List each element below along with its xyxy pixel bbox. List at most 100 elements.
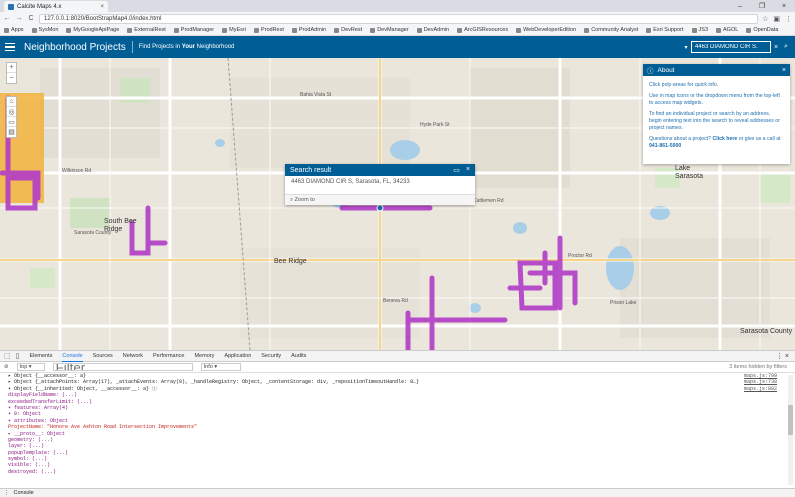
app-header: Neighborhood Projects Find Projects in Y… — [0, 36, 795, 58]
phone-link[interactable]: 941-861-5000 — [649, 143, 681, 149]
tab-performance[interactable]: Performance — [153, 353, 185, 359]
search-clear-icon[interactable]: × — [771, 41, 781, 53]
about-title: About — [657, 66, 675, 74]
bookmark-icon — [334, 27, 340, 33]
tab-audits[interactable]: Audits — [291, 353, 306, 359]
console-output: ▸ Object {__accessor__: a} maps.js:799 ▸ … — [0, 373, 795, 475]
close-window-button[interactable]: × — [773, 0, 795, 12]
zoom-controls: + − — [6, 62, 17, 84]
bookmark-item[interactable]: ProdManager — [173, 27, 214, 33]
about-contact: Questions about a project? Click here or… — [649, 136, 781, 149]
tab-sources[interactable]: Sources — [93, 353, 113, 359]
drawer-tab-console[interactable]: Console — [14, 490, 34, 496]
source-link[interactable]: maps.js:799 — [737, 373, 777, 379]
bookmark-icon — [746, 27, 752, 33]
bookmark-item[interactable]: DevAdmin — [416, 27, 449, 33]
reload-button[interactable]: C — [27, 15, 35, 22]
search-input[interactable] — [691, 41, 771, 53]
console-scrollbar[interactable] — [788, 375, 793, 485]
about-close-icon[interactable]: × — [782, 67, 786, 74]
search-icon[interactable]: ⌕ — [781, 41, 791, 53]
tab-security[interactable]: Security — [261, 353, 281, 359]
about-text: Click poly-areas for quick info. — [649, 82, 719, 88]
legend-icon[interactable]: ▤ — [7, 127, 16, 137]
tab-close-icon[interactable]: × — [100, 4, 104, 10]
bookmark-item[interactable]: WebDeveloperEdition — [516, 27, 576, 33]
maximize-button[interactable]: ❐ — [751, 0, 773, 12]
bookmark-item[interactable]: MyEsri — [222, 27, 246, 33]
map-label: Sarasota County — [740, 328, 793, 335]
popup-footer: ⌕ Zoom to — [285, 194, 475, 205]
click-here-link[interactable]: Click here — [712, 136, 737, 142]
hamburger-menu-icon[interactable] — [0, 36, 20, 58]
drawer-menu-icon[interactable]: ⋮ — [4, 490, 10, 496]
bookmark-item[interactable]: SysMon — [31, 27, 58, 33]
close-icon[interactable]: × — [466, 166, 470, 174]
bookmark-item[interactable]: MyGoogleApiPage — [66, 27, 119, 33]
log-level-select[interactable]: Info ▾ — [200, 363, 241, 371]
bookmark-item[interactable]: ArcGISResources — [457, 27, 508, 33]
url-input[interactable]: 127.0.0.1:8020/BootStrapMap4.0/index.htm… — [39, 13, 759, 24]
bookmark-icon — [31, 27, 37, 33]
forward-button[interactable]: → — [15, 15, 23, 22]
about-text: To find an individual project or search … — [649, 111, 780, 131]
info-icon: ⓘ — [647, 68, 654, 75]
browser-tab[interactable]: Calcite Maps 4.x × — [4, 1, 108, 12]
tab-memory[interactable]: Memory — [194, 353, 214, 359]
bookmark-item[interactable]: OpenData — [746, 27, 778, 33]
bookmark-icon — [691, 27, 697, 33]
bookmark-item[interactable]: AGOL — [716, 27, 738, 33]
bookmark-item[interactable]: DevManager — [370, 27, 409, 33]
inspect-icon[interactable]: ⬚ — [4, 352, 11, 360]
home-icon[interactable]: ⌂ — [7, 97, 16, 107]
bookmark-item[interactable]: ExternalRest — [127, 27, 166, 33]
map-label: Proctor Rd — [568, 253, 592, 259]
bookmark-item[interactable]: JS3 — [691, 27, 708, 33]
source-link[interactable]: maps.js:738 — [737, 379, 777, 385]
bookmark-item[interactable]: Apps — [4, 27, 24, 33]
tab-network[interactable]: Network — [123, 353, 143, 359]
bookmark-item[interactable]: ProdAdmin — [291, 27, 326, 33]
bookmark-icon — [584, 27, 590, 33]
source-link[interactable]: maps.js:802 — [737, 386, 777, 392]
map-label: Sarasota County — [74, 230, 112, 236]
bookmark-item[interactable]: ProdRest — [253, 27, 284, 33]
bookmark-item[interactable]: Esri Support — [646, 27, 684, 33]
bookmark-icon — [291, 27, 297, 33]
console-line[interactable]: destroyed: (...) — [8, 469, 795, 475]
back-button[interactable]: ← — [3, 15, 11, 22]
devtools-close-icon[interactable]: ⋮ × — [776, 352, 789, 360]
map-widget-controls: ⌂ ◎ ▭ ▤ — [6, 96, 17, 138]
context-select[interactable]: top ▾ — [16, 363, 45, 371]
popup-header-icons: ▭ × — [453, 166, 470, 174]
menu-icon[interactable]: ⋮ — [785, 15, 792, 23]
bookmark-item[interactable]: Community Analyst — [584, 27, 638, 33]
bookmark-icon — [646, 27, 652, 33]
locate-icon[interactable]: ◎ — [7, 107, 16, 117]
device-toolbar-icon[interactable]: ▯ — [16, 352, 20, 360]
minimize-button[interactable]: – — [729, 0, 751, 12]
map-label: Beneva Rd — [383, 298, 408, 304]
basemap-icon[interactable]: ▭ — [7, 117, 16, 127]
search-result-popup: Search result ▭ × 4463 DIAMOND CIR S, Sa… — [285, 164, 475, 205]
console-filter-bar: ⊘ top ▾ Info ▾ 3 items hidden by filters — [0, 362, 795, 373]
tab-console[interactable]: Console — [62, 351, 83, 362]
extension-icon[interactable]: ▣ — [773, 15, 780, 23]
scrollbar-thumb[interactable] — [788, 405, 793, 435]
star-icon[interactable]: ☆ — [762, 15, 768, 23]
popup-title: Search result — [290, 166, 332, 174]
about-text: Use in map icons or the dropdown menu fr… — [649, 93, 780, 106]
bookmark-item[interactable]: DevRest — [334, 27, 362, 33]
tab-elements[interactable]: Elements — [29, 353, 52, 359]
zoom-to-button[interactable]: ⌕ Zoom to — [290, 197, 315, 204]
zoom-out-button[interactable]: − — [7, 73, 16, 83]
search-source-dropdown[interactable]: ▾ — [681, 40, 691, 54]
popup-address: 4463 DIAMOND CIR S, Sarasota, FL, 34233 — [291, 179, 410, 185]
map-label: Bee Ridge — [274, 258, 307, 265]
bookmarks-bar: Apps SysMon MyGoogleApiPage ExternalRest… — [0, 25, 795, 36]
console-filter-input[interactable] — [52, 363, 193, 371]
clear-console-icon[interactable]: ⊘ — [4, 364, 9, 370]
zoom-in-button[interactable]: + — [7, 63, 16, 73]
tab-application[interactable]: Application — [224, 353, 251, 359]
dock-icon[interactable]: ▭ — [453, 166, 460, 174]
